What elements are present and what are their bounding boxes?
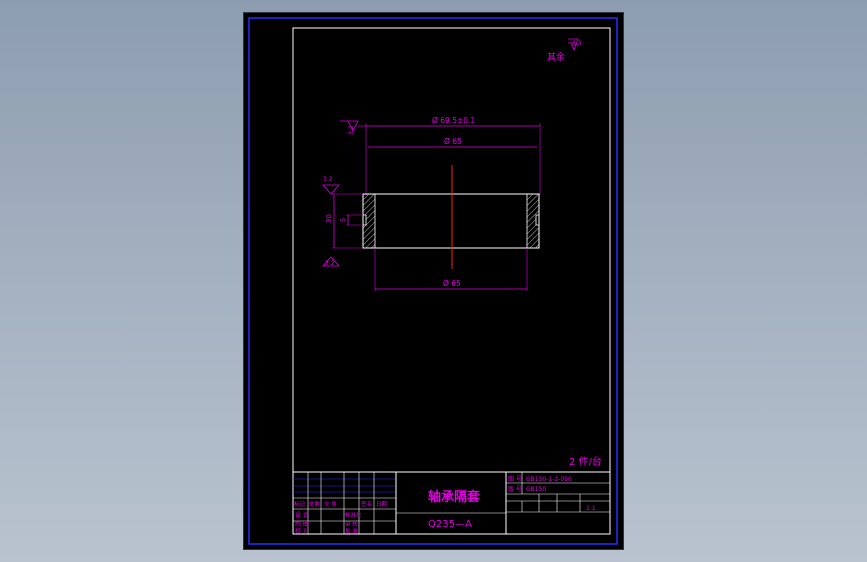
title-cell: 日期: [376, 501, 388, 508]
title-cell: 标记: [294, 500, 306, 508]
drawing-no-label: 图 号: [508, 476, 522, 483]
finish-note-label: 其余: [547, 51, 565, 63]
title-cell: 标准化: [345, 511, 362, 519]
title-cell: 批 准: [345, 527, 358, 535]
outer-frame: [248, 17, 618, 545]
scale-no-value: GB150: [526, 486, 546, 493]
roughness-mid-text: 3.2: [323, 176, 333, 183]
title-cell: 文 件: [324, 500, 337, 508]
roughness-icon: [322, 184, 340, 195]
title-cell: 校 对: [295, 527, 309, 535]
part-outline: [362, 193, 540, 249]
dim-outer-text: Ø 69.5±0.1: [432, 116, 475, 125]
cad-drawing: 其余 6.3 Ø 69.5±0.1 Ø 65 3.2 30 5 3.2 3.2 …: [248, 17, 618, 545]
scale-no-label: 版 号: [508, 485, 522, 493]
material: Q235—A: [428, 519, 472, 530]
part-name: 轴承隔套: [428, 489, 481, 505]
ratio: 1:1: [586, 505, 596, 512]
title-cell: 签名: [361, 500, 372, 508]
dim-height-text: 30: [325, 214, 333, 223]
quantity-note: 2 件/台: [569, 455, 602, 468]
left-wall-section: [362, 193, 376, 249]
title-block: 标记 处数 文 件 签名 日期 设 计 标准化 制 图 审 核 校 对 批 准 …: [292, 471, 611, 535]
dim-inner-top-text: Ø 65: [444, 137, 462, 146]
drawing-viewport[interactable]: 其余 6.3 Ø 69.5±0.1 Ø 65 3.2 30 5 3.2 3.2 …: [244, 13, 623, 549]
roughness-bottom-text: 3.2: [325, 260, 335, 267]
title-cell: 设 计: [295, 511, 309, 519]
drawing-no-value: GB150-1-2-090: [526, 476, 572, 483]
dim-groove-text: 5: [339, 218, 347, 222]
dim-inner-bottom-text: Ø 65: [443, 279, 461, 288]
roughness-top-text: 3.2: [348, 125, 355, 135]
title-cell: 处数: [309, 500, 321, 508]
title-cell: 制 图: [295, 520, 309, 528]
title-cell: 审 核: [345, 520, 358, 528]
right-wall-section: [526, 193, 540, 249]
